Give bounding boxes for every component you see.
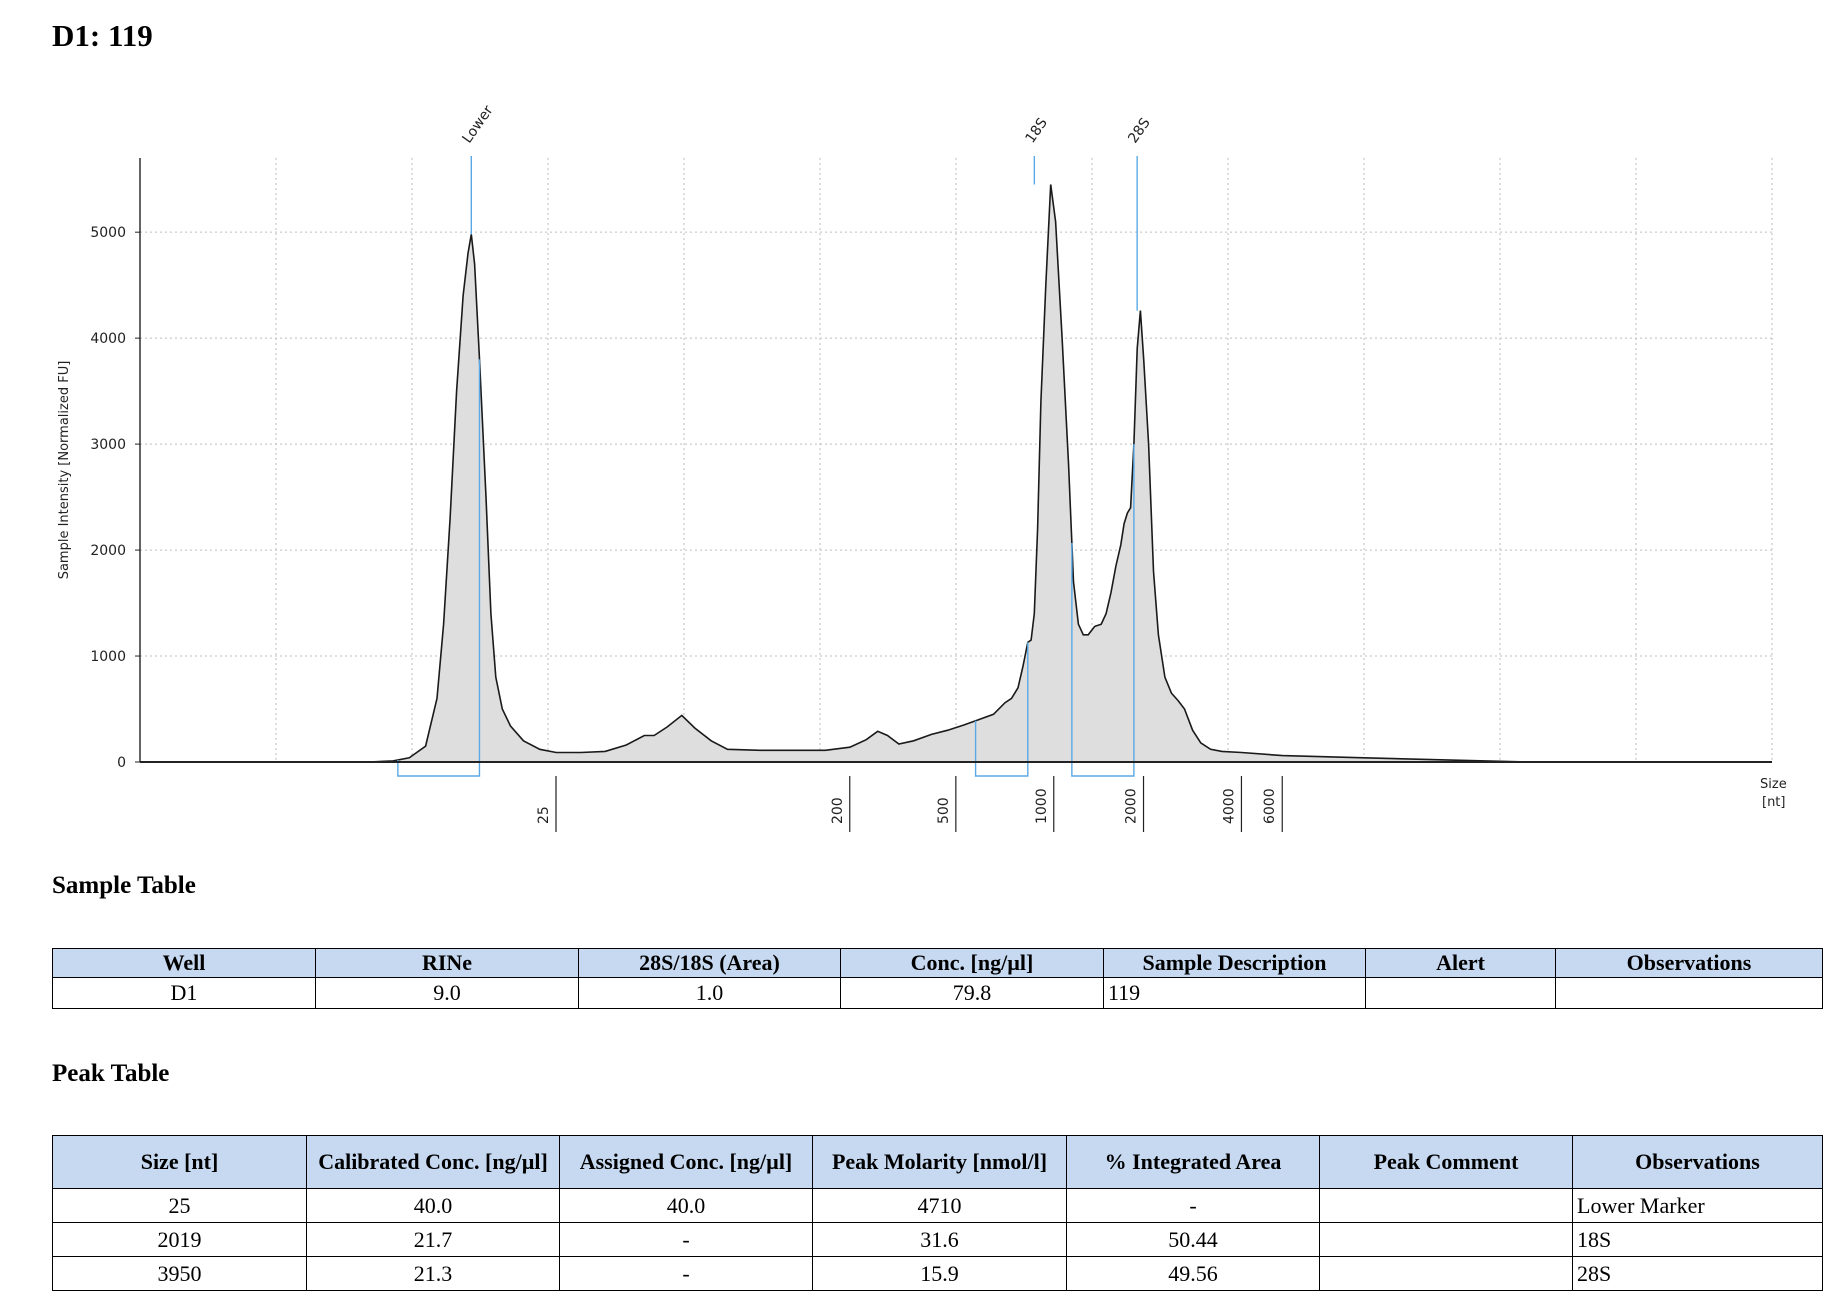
cell-size: 25 — [52, 1188, 307, 1223]
cell-observations: Lower Marker — [1572, 1188, 1823, 1223]
peak-marker-label: Lower — [459, 103, 496, 147]
x-axis-label-line-2: [nt] — [1762, 795, 1785, 810]
table-row: 25 40.0 40.0 4710 - Lower Marker — [52, 1188, 1823, 1223]
cell-integrated-area: 49.56 — [1066, 1256, 1320, 1291]
x-axis-label-line-1: Size — [1760, 777, 1787, 792]
header-assigned-conc: Assigned Conc. [ng/µl] — [559, 1135, 813, 1189]
cell-peak-comment — [1319, 1222, 1573, 1257]
cell-assigned-conc: 40.0 — [559, 1188, 813, 1223]
header-ratio: 28S/18S (Area) — [578, 948, 841, 978]
peak-table-title: Peak Table — [52, 1060, 170, 1087]
chart-gridlines — [140, 158, 1773, 762]
sample-table: Well RINe 28S/18S (Area) Conc. [ng/µl] S… — [52, 948, 1823, 1009]
sample-table-header-row: Well RINe 28S/18S (Area) Conc. [ng/µl] S… — [52, 948, 1823, 978]
cell-ratio: 1.0 — [578, 977, 841, 1009]
x-tick-label: 2000 — [1124, 788, 1140, 824]
peak-table: Size [nt] Calibrated Conc. [ng/µl] Assig… — [52, 1135, 1823, 1291]
y-tick-labels: 0 1000 2000 3000 4000 5000 — [90, 225, 140, 771]
cell-well: D1 — [52, 977, 316, 1009]
peak-marker-label: 28S — [1125, 115, 1153, 146]
cell-peak-molarity: 31.6 — [812, 1222, 1067, 1257]
header-peak-molarity: Peak Molarity [nmol/l] — [812, 1135, 1067, 1189]
header-rine: RINe — [315, 948, 579, 978]
y-tick-label: 0 — [117, 755, 126, 771]
y-tick-label: 1000 — [90, 649, 126, 665]
y-tick-label: 3000 — [90, 437, 126, 453]
x-axis-label: Size [nt] — [1760, 777, 1791, 810]
header-conc: Conc. [ng/µl] — [840, 948, 1104, 978]
header-calibrated-conc: Calibrated Conc. [ng/µl] — [306, 1135, 560, 1189]
cell-peak-comment — [1319, 1256, 1573, 1291]
x-tick-label: 25 — [536, 806, 552, 824]
table-row: D1 9.0 1.0 79.8 119 — [52, 977, 1823, 1009]
cell-sample-description: 119 — [1103, 977, 1366, 1009]
cell-integrated-area: - — [1066, 1188, 1320, 1223]
header-integrated-area: % Integrated Area — [1066, 1135, 1320, 1189]
header-observations: Observations — [1572, 1135, 1823, 1189]
x-tick-label: 200 — [830, 797, 846, 824]
cell-observations — [1555, 977, 1823, 1009]
cell-calibrated-conc: 21.7 — [306, 1222, 560, 1257]
x-tick-label: 500 — [936, 797, 952, 824]
cell-rine: 9.0 — [315, 977, 579, 1009]
cell-peak-molarity: 15.9 — [812, 1256, 1067, 1291]
y-axis-label: Sample Intensity [Normalized FU] — [57, 361, 72, 580]
cell-observations: 28S — [1572, 1256, 1823, 1291]
cell-size: 2019 — [52, 1222, 307, 1257]
x-tick-label: 6000 — [1262, 788, 1278, 824]
peak-marker-label: 18S — [1023, 115, 1051, 146]
x-tick-labels: 25 200 500 1000 2000 4000 6000 — [536, 776, 1283, 832]
cell-alert — [1365, 977, 1556, 1009]
sample-table-title: Sample Table — [52, 872, 196, 899]
table-row: 2019 21.7 - 31.6 50.44 18S — [52, 1222, 1823, 1257]
header-sample-description: Sample Description — [1103, 948, 1366, 978]
cell-peak-molarity: 4710 — [812, 1188, 1067, 1223]
cell-calibrated-conc: 40.0 — [306, 1188, 560, 1223]
cell-calibrated-conc: 21.3 — [306, 1256, 560, 1291]
cell-integrated-area: 50.44 — [1066, 1222, 1320, 1257]
header-size: Size [nt] — [52, 1135, 307, 1189]
header-peak-comment: Peak Comment — [1319, 1135, 1573, 1189]
peak-table-header-row: Size [nt] Calibrated Conc. [ng/µl] Assig… — [52, 1135, 1823, 1189]
cell-conc: 79.8 — [840, 977, 1104, 1009]
x-tick-label: 1000 — [1034, 788, 1050, 824]
header-alert: Alert — [1365, 948, 1556, 978]
cell-peak-comment — [1319, 1188, 1573, 1223]
header-observations: Observations — [1555, 948, 1823, 978]
cell-assigned-conc: - — [559, 1256, 813, 1291]
x-tick-label: 4000 — [1221, 788, 1237, 824]
y-tick-label: 2000 — [90, 543, 126, 559]
cell-observations: 18S — [1572, 1222, 1823, 1257]
y-tick-label: 4000 — [90, 331, 126, 347]
cell-assigned-conc: - — [559, 1222, 813, 1257]
header-well: Well — [52, 948, 316, 978]
cell-size: 3950 — [52, 1256, 307, 1291]
table-row: 3950 21.3 - 15.9 49.56 28S — [52, 1256, 1823, 1291]
electropherogram-chart: Lower 18S 28S 0 1000 2000 3000 4000 5000 25 200 5… — [57, 103, 1791, 832]
y-tick-label: 5000 — [90, 225, 126, 241]
